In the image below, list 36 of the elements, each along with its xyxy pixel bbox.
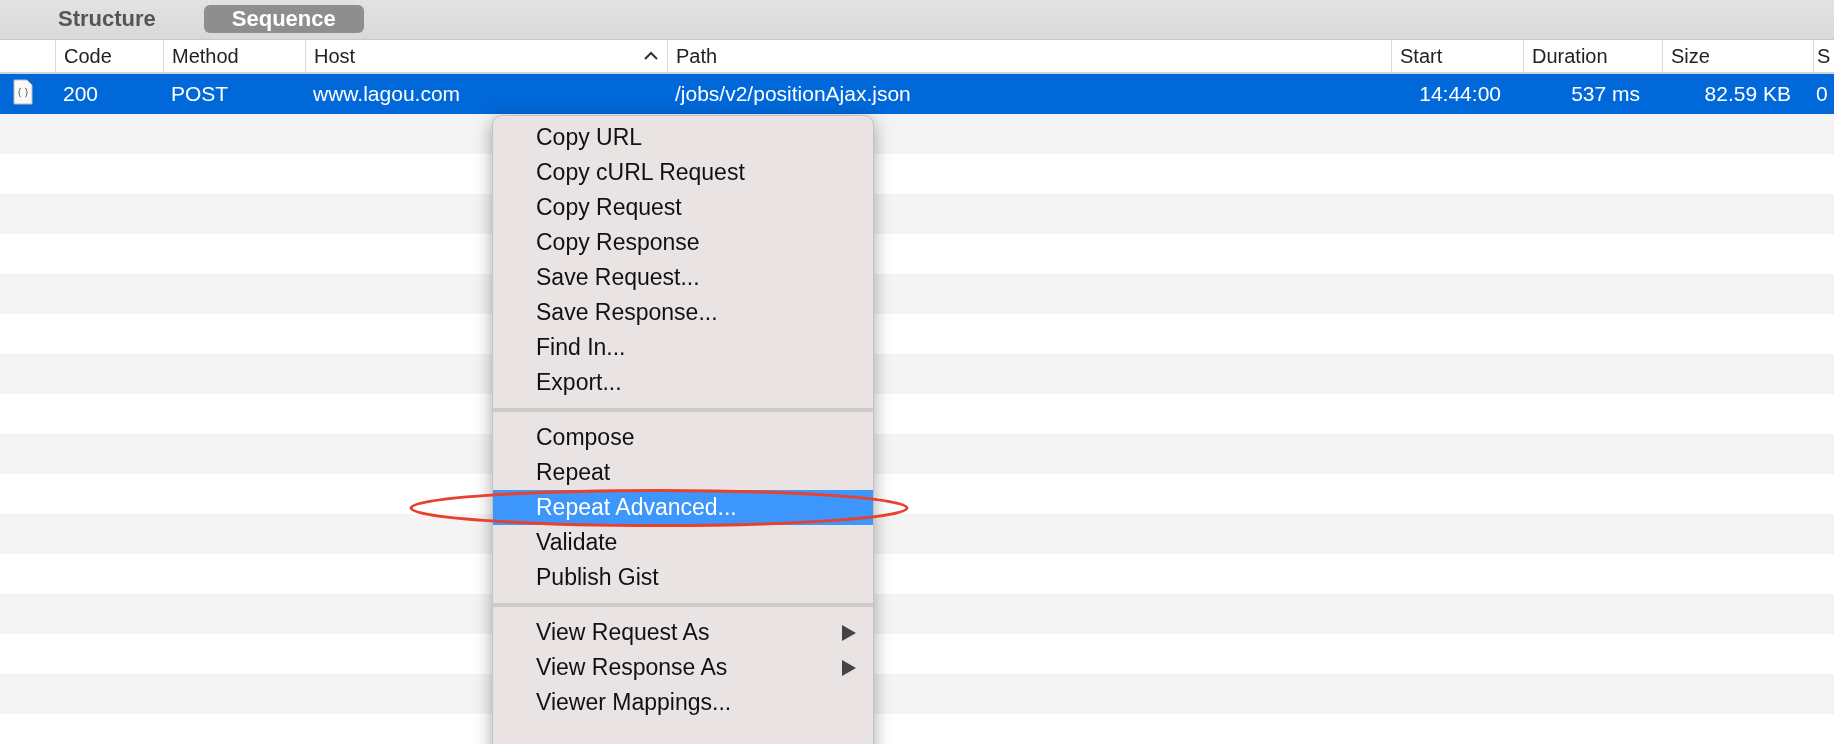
column-header[interactable]: Method	[163, 40, 305, 72]
column-header[interactable]: Start	[1391, 40, 1523, 72]
request-row[interactable]: 200 POST www.lagou.com /jobs/v2/positionAjax.json 14:44:00 537 ms 82.59 KB 0	[0, 74, 1834, 114]
table-cell-text: 537 ms	[1570, 82, 1641, 106]
table-cell-text: 14:44:00	[1418, 82, 1502, 106]
table-cell-text: /jobs/v2/positionAjax.json	[674, 82, 912, 106]
column-header[interactable]: Size	[1662, 40, 1813, 72]
table-cell-text: 0	[1815, 82, 1829, 106]
menu-item[interactable]: Copy URL	[493, 120, 873, 155]
table-cell-text: www.lagou.com	[312, 82, 462, 106]
column-header[interactable]: Host	[305, 40, 667, 72]
column-header[interactable]: S	[1813, 40, 1834, 72]
table-cell-text: 200	[62, 82, 100, 106]
submenu-arrow-icon	[841, 658, 857, 677]
table-cell-text: 82.59 KB	[1703, 82, 1792, 106]
column-header[interactable]: Code	[55, 40, 163, 72]
menu-item[interactable]: Copy cURL Request	[493, 155, 873, 190]
column-header[interactable]: Path	[667, 40, 1391, 72]
submenu-item[interactable]: View Response As	[493, 650, 873, 685]
menu-item[interactable]: Validate	[493, 525, 873, 560]
view-tab[interactable]: Structure	[30, 5, 184, 33]
submenu-item[interactable]: View Request As	[493, 615, 873, 650]
menu-item[interactable]: Viewer Mappings...	[493, 685, 873, 720]
menu-item[interactable]: Export...	[493, 365, 873, 400]
table-cell-text: POST	[170, 82, 230, 106]
menu-item[interactable]: Save Response...	[493, 295, 873, 330]
submenu-arrow-icon	[841, 623, 857, 642]
menu-item[interactable]: Publish Gist	[493, 560, 873, 595]
menu-item[interactable]: Find In...	[493, 330, 873, 365]
menu-item[interactable]: Copy Response	[493, 225, 873, 260]
json-file-icon	[13, 79, 33, 105]
column-header[interactable]: Duration	[1523, 40, 1662, 72]
menu-item[interactable]: Save Request...	[493, 260, 873, 295]
menu-item[interactable]: Copy Request	[493, 190, 873, 225]
menu-item[interactable]: Repeat	[493, 455, 873, 490]
menu-item[interactable]: Compose	[493, 420, 873, 455]
